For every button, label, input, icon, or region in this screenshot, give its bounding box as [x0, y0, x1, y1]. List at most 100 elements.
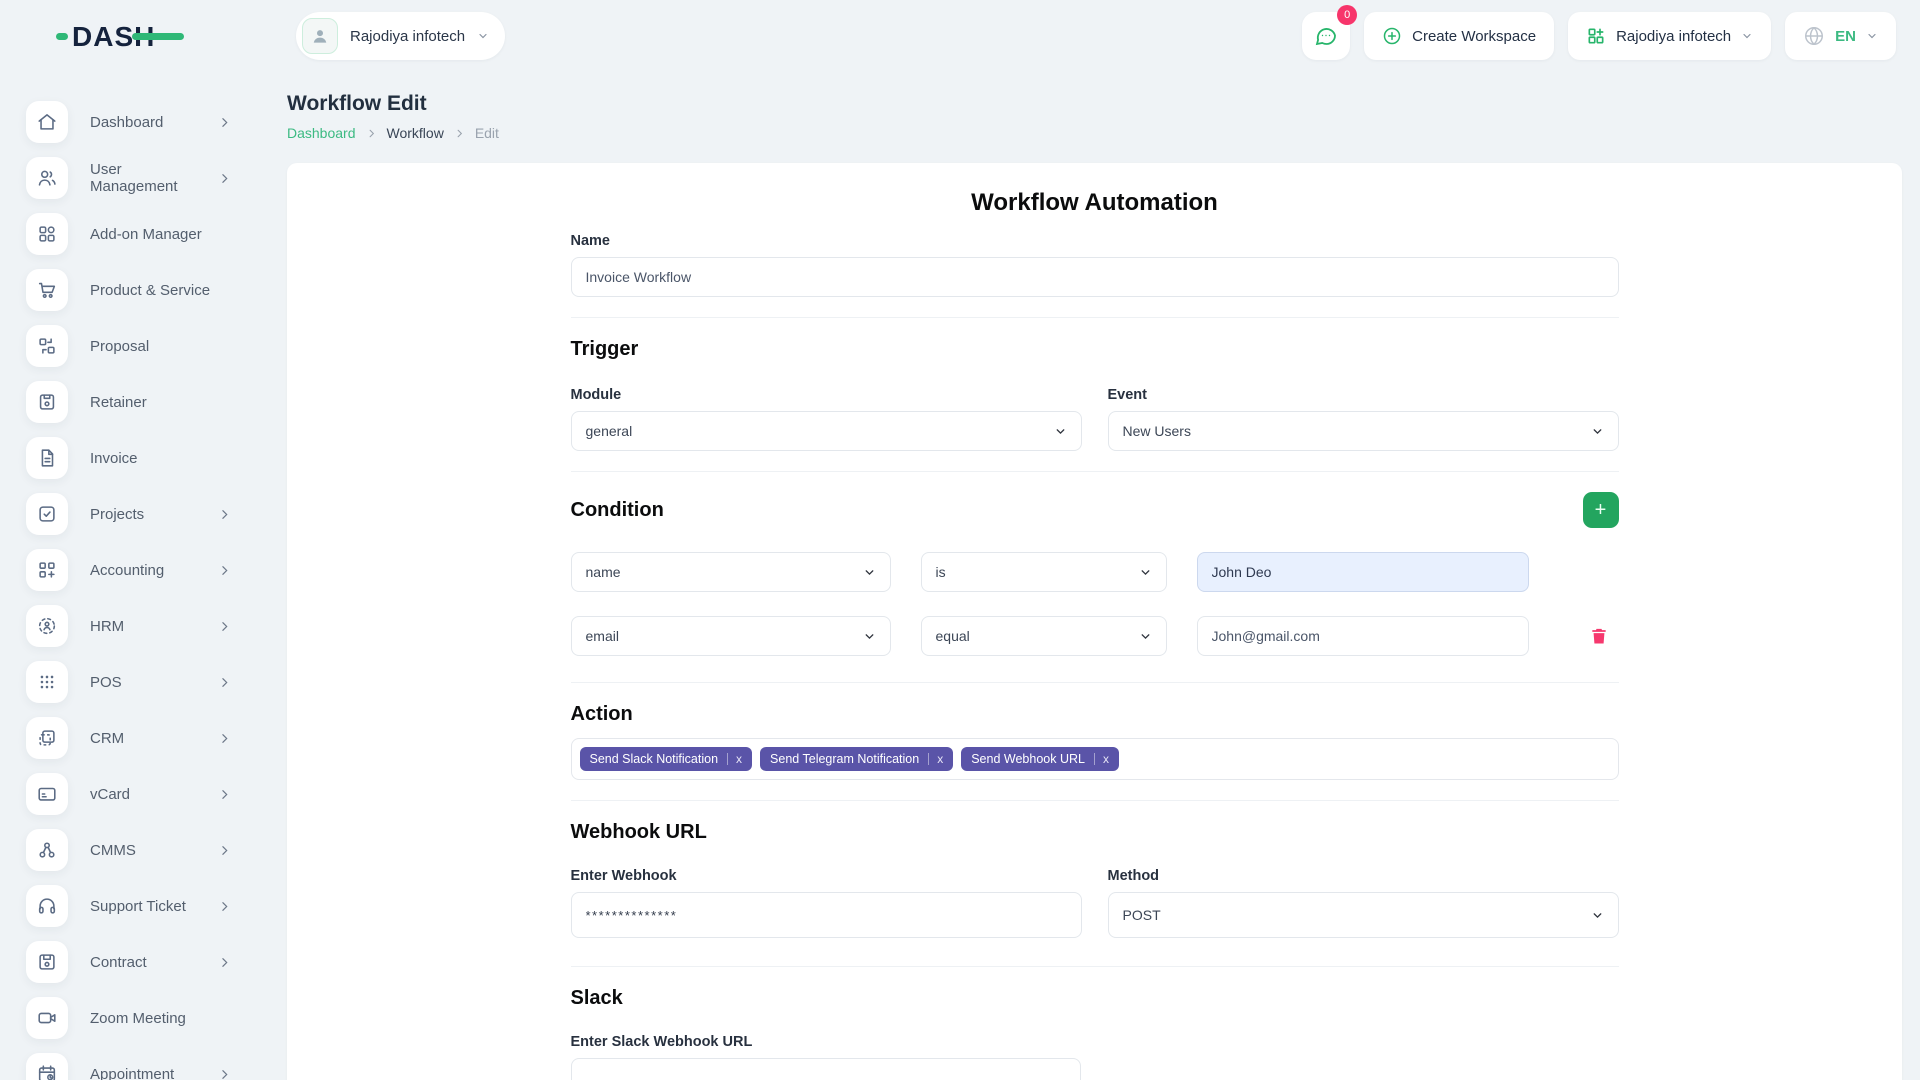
condition-row: email equal — [571, 616, 1619, 656]
action-tag: Send Webhook URL x — [961, 747, 1119, 772]
sidebar-item-proposal[interactable]: Proposal — [26, 324, 287, 368]
chevron-right-icon — [218, 956, 231, 969]
chevron-right-icon — [218, 732, 231, 745]
event-select[interactable]: New Users — [1108, 411, 1619, 451]
sidebar-item-hrm[interactable]: HRM — [26, 604, 287, 648]
chevron-down-icon — [477, 30, 489, 42]
delete-condition-button[interactable] — [1589, 626, 1609, 646]
app-logo[interactable]: DASH — [56, 18, 296, 54]
chevron-right-icon — [218, 172, 231, 185]
chevron-down-icon — [1866, 30, 1878, 42]
video-camera-icon — [26, 997, 68, 1039]
workspace-grid-icon — [1586, 26, 1606, 46]
chevron-down-icon — [863, 566, 876, 579]
slack-webhook-input[interactable] — [571, 1058, 1081, 1080]
breadcrumb-workflow: Workflow — [387, 125, 444, 141]
sidebar-item-appointment[interactable]: Appointment — [26, 1052, 287, 1080]
chat-bubble-icon — [1314, 24, 1338, 48]
enter-slack-webhook-label: Enter Slack Webhook URL — [571, 1034, 1619, 1050]
chevron-right-icon — [218, 676, 231, 689]
workflow-automation-title: Workflow Automation — [571, 189, 1619, 217]
calendar-clock-icon — [26, 1053, 68, 1080]
check-square-icon — [26, 493, 68, 535]
company-menu-button[interactable]: Rajodiya infotech — [1568, 12, 1771, 60]
enter-webhook-label: Enter Webhook — [571, 868, 1082, 884]
sidebar-item-cmms[interactable]: CMMS — [26, 828, 287, 872]
tag-divider — [1094, 753, 1095, 765]
method-select[interactable]: POST — [1108, 892, 1619, 938]
chevron-down-icon — [1591, 425, 1604, 438]
name-input[interactable] — [571, 257, 1619, 297]
action-tags-input[interactable]: Send Slack Notification x Send Telegram … — [571, 738, 1619, 780]
breadcrumb-dashboard-link[interactable]: Dashboard — [287, 125, 356, 141]
chevron-down-icon — [1139, 566, 1152, 579]
chevron-right-icon — [218, 116, 231, 129]
tag-divider — [727, 753, 728, 765]
grid-squares-icon — [26, 213, 68, 255]
person-icon — [310, 26, 330, 46]
dots-grid-icon — [26, 661, 68, 703]
condition-field-select[interactable]: email — [571, 616, 891, 656]
workflow-card: Workflow Automation Name Trigger Module … — [287, 163, 1902, 1080]
shopping-cart-icon — [26, 269, 68, 311]
condition-value-input[interactable] — [1197, 616, 1529, 656]
chevron-down-icon — [1591, 909, 1604, 922]
remove-tag-icon[interactable]: x — [736, 753, 742, 765]
sidebar-item-crm[interactable]: CRM — [26, 716, 287, 760]
method-label: Method — [1108, 868, 1619, 884]
trigger-heading: Trigger — [571, 338, 1619, 361]
sidebar: Dashboard User Management Add-on Manager… — [0, 72, 287, 1080]
sidebar-item-contract[interactable]: Contract — [26, 940, 287, 984]
workspace-selector[interactable]: Rajodiya infotech — [296, 12, 505, 60]
nodes-icon — [26, 829, 68, 871]
language-selector[interactable]: EN — [1785, 12, 1896, 60]
sidebar-item-pos[interactable]: POS — [26, 660, 287, 704]
webhook-input[interactable] — [571, 892, 1082, 938]
trash-icon — [1589, 626, 1609, 646]
sidebar-item-zoom-meeting[interactable]: Zoom Meeting — [26, 996, 287, 1040]
sidebar-item-addon-manager[interactable]: Add-on Manager — [26, 212, 287, 256]
create-workspace-button[interactable]: Create Workspace — [1364, 12, 1554, 60]
sidebar-item-product-service[interactable]: Product & Service — [26, 268, 287, 312]
condition-operator-select[interactable]: is — [921, 552, 1167, 592]
sidebar-item-support-ticket[interactable]: Support Ticket — [26, 884, 287, 928]
slack-heading: Slack — [571, 987, 1619, 1010]
action-tag: Send Telegram Notification x — [760, 747, 953, 772]
condition-operator-select[interactable]: equal — [921, 616, 1167, 656]
plus-icon: + — [1595, 500, 1607, 520]
grid-plus-icon — [26, 549, 68, 591]
section-divider — [571, 966, 1619, 967]
credit-card-icon — [26, 773, 68, 815]
condition-heading: Condition — [571, 499, 664, 522]
name-label: Name — [571, 233, 1619, 249]
sidebar-item-dashboard[interactable]: Dashboard — [26, 100, 287, 144]
chevron-right-icon — [218, 1068, 231, 1080]
condition-value-input[interactable] — [1197, 552, 1529, 592]
sidebar-item-projects[interactable]: Projects — [26, 492, 287, 536]
module-select[interactable]: general — [571, 411, 1082, 451]
swap-boxes-icon — [26, 325, 68, 367]
chevron-right-icon — [454, 128, 465, 139]
main-content: Workflow Edit Dashboard Workflow Edit Wo… — [287, 72, 1920, 1080]
remove-tag-icon[interactable]: x — [937, 753, 943, 765]
chevron-down-icon — [863, 630, 876, 643]
headphones-icon — [26, 885, 68, 927]
sidebar-item-vcard[interactable]: vCard — [26, 772, 287, 816]
add-condition-button[interactable]: + — [1583, 492, 1619, 528]
remove-tag-icon[interactable]: x — [1103, 753, 1109, 765]
chevron-right-icon — [218, 620, 231, 633]
sidebar-item-accounting[interactable]: Accounting — [26, 548, 287, 592]
sidebar-item-retainer[interactable]: Retainer — [26, 380, 287, 424]
workspace-name: Rajodiya infotech — [350, 28, 465, 45]
plus-circle-icon — [1382, 26, 1402, 46]
sidebar-item-invoice[interactable]: Invoice — [26, 436, 287, 480]
condition-field-select[interactable]: name — [571, 552, 891, 592]
chevron-right-icon — [218, 564, 231, 577]
chevron-right-icon — [218, 508, 231, 521]
chevron-right-icon — [218, 900, 231, 913]
sidebar-item-user-management[interactable]: User Management — [26, 156, 287, 200]
save-file-icon — [26, 381, 68, 423]
webhook-url-heading: Webhook URL — [571, 821, 1619, 844]
floppy-disk-icon — [26, 941, 68, 983]
messages-button[interactable]: 0 — [1302, 12, 1350, 60]
